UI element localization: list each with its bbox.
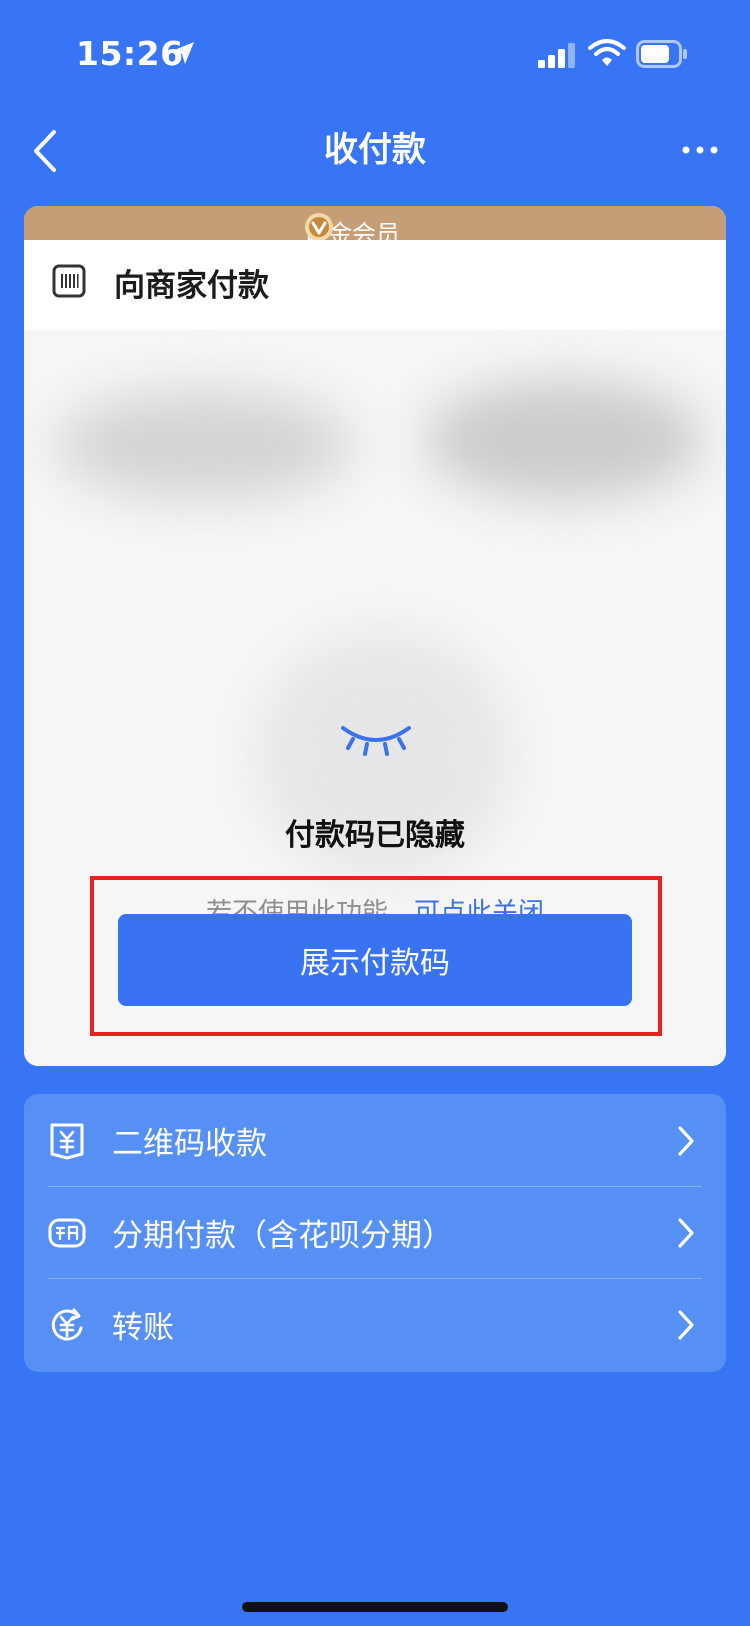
nav-bar: 收付款 (0, 110, 750, 210)
service-label: 分期付款（含花呗分期） (112, 1218, 453, 1254)
closed-eye-icon (341, 726, 411, 756)
blurred-barcode-left (54, 390, 354, 500)
installment-icon (48, 1218, 86, 1248)
service-label: 二维码收款 (112, 1126, 267, 1162)
cellular-signal-icon (538, 43, 575, 68)
wifi-icon (588, 39, 626, 66)
page-title: 收付款 (324, 130, 426, 170)
status-bar: 15:26 (0, 0, 750, 110)
qr-receive-icon (50, 1123, 84, 1160)
card-title: 向商家付款 (114, 268, 269, 304)
blurred-barcode-right (424, 380, 704, 500)
home-indicator[interactable] (242, 1602, 508, 1612)
service-item-transfer[interactable]: 转账 (24, 1278, 726, 1370)
code-hidden-title: 付款码已隐藏 (285, 818, 465, 853)
battery-icon (636, 40, 687, 68)
card-header: 向商家付款 (24, 240, 726, 330)
more-options-icon[interactable] (680, 140, 720, 160)
status-time: 15:26 (76, 34, 184, 73)
barcode-icon (52, 264, 86, 298)
transfer-icon (51, 1308, 83, 1341)
chevron-right-icon (678, 1310, 694, 1340)
show-payment-code-button[interactable]: 展示付款码 (118, 914, 632, 1006)
service-list: 二维码收款 分期付款（含花呗分期） 转账 (24, 1094, 726, 1372)
gold-member-icon (305, 213, 333, 241)
chevron-right-icon (678, 1218, 694, 1248)
service-item-qr-receive[interactable]: 二维码收款 (24, 1094, 726, 1186)
location-arrow-icon (172, 42, 194, 64)
service-label: 转账 (112, 1310, 174, 1346)
chevron-right-icon (678, 1126, 694, 1156)
service-item-installment[interactable]: 分期付款（含花呗分期） (24, 1186, 726, 1278)
